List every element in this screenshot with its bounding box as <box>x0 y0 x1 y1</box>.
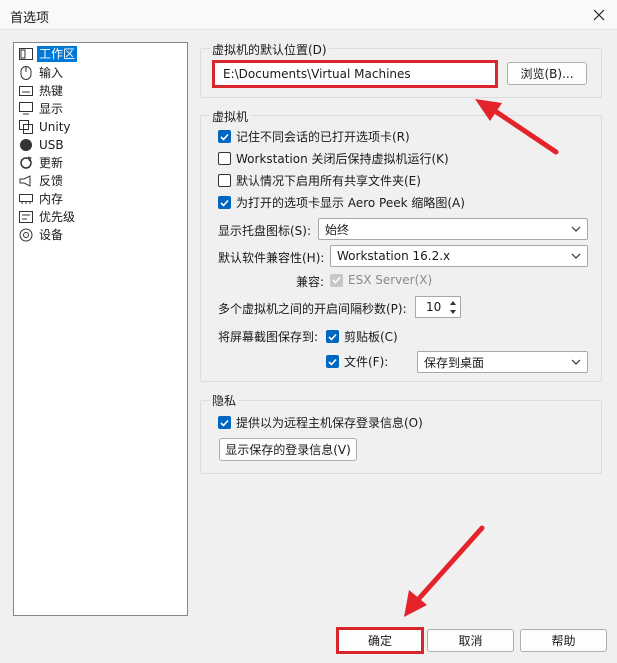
checkbox-box[interactable] <box>218 130 231 143</box>
sidebar-item-workspace[interactable]: 工作区 <box>18 45 78 62</box>
checkmark-icon <box>220 199 229 207</box>
checkmark-icon <box>220 133 229 141</box>
spin-up-icon[interactable] <box>448 299 458 307</box>
vm-path-input[interactable]: E:\Documents\Virtual Machines <box>212 60 498 88</box>
checkmark-icon <box>332 276 341 284</box>
priority-icon <box>18 209 34 225</box>
checkbox-label: ESX Server(X) <box>348 273 433 287</box>
browse-button[interactable]: 浏览(B)... <box>507 62 587 85</box>
file-destination-select[interactable]: 保存到桌面 <box>417 351 588 373</box>
compatibility-label: 默认软件兼容性(H): <box>218 251 325 265</box>
sidebar-item-unity[interactable]: Unity <box>18 118 73 135</box>
checkbox-label: 记住不同会话的已打开选项卡(R) <box>236 130 410 144</box>
checkbox-label: Workstation 关闭后保持虚拟机运行(K) <box>236 152 449 166</box>
chevron-down-icon <box>571 226 581 232</box>
interval-value: 10 <box>426 300 442 314</box>
remember-tabs-checkbox[interactable]: 记住不同会话的已打开选项卡(R) <box>218 128 410 145</box>
save-to-clipboard-checkbox[interactable]: 剪贴板(C) <box>326 328 398 345</box>
power-on-interval-spinner[interactable]: 10 <box>415 296 461 318</box>
chevron-down-icon <box>571 253 581 259</box>
privacy-group <box>200 400 602 474</box>
sidebar-item-label: 内存 <box>39 191 64 206</box>
sidebar-item-label: 输入 <box>39 65 64 80</box>
close-button[interactable] <box>581 0 617 30</box>
enable-shared-folders-checkbox[interactable]: 默认情况下启用所有共享文件夹(E) <box>218 172 421 189</box>
memory-icon <box>18 191 34 207</box>
unity-icon <box>18 119 34 135</box>
workspace-icon <box>18 46 34 62</box>
sidebar-item-label: 设备 <box>39 227 64 242</box>
save-login-checkbox[interactable]: 提供以为远程主机保存登录信息(O) <box>218 414 423 431</box>
sidebar-item-label: 工作区 <box>37 45 78 62</box>
compatibility-value: Workstation 16.2.x <box>337 249 451 263</box>
screenshot-save-label: 将屏幕截图保存到: <box>218 330 319 344</box>
show-saved-logins-button[interactable]: 显示保存的登录信息(V) <box>219 438 357 461</box>
window-title: 首选项 <box>10 11 50 26</box>
checkbox-box[interactable] <box>330 273 343 287</box>
ok-button[interactable]: 确定 <box>336 627 424 654</box>
sidebar-item-priority[interactable]: 优先级 <box>18 208 77 225</box>
privacy-title: 隐私 <box>210 392 239 409</box>
checkbox-box[interactable] <box>326 355 339 368</box>
tray-icon-select[interactable]: 始终 <box>318 218 588 240</box>
sidebar-item-update[interactable]: 更新 <box>18 154 65 171</box>
power-on-interval-label: 多个虚拟机之间的开启间隔秒数(P): <box>218 302 407 316</box>
file-destination-value: 保存到桌面 <box>424 355 485 370</box>
sidebar-item-devices[interactable]: 设备 <box>18 226 65 243</box>
checkbox-box[interactable] <box>326 330 339 343</box>
default-location-title: 虚拟机的默认位置(D) <box>210 41 329 58</box>
sidebar-item-feedback[interactable]: 反馈 <box>18 172 65 189</box>
keep-vms-running-checkbox[interactable]: Workstation 关闭后保持虚拟机运行(K) <box>218 150 449 167</box>
checkbox-label: 提供以为远程主机保存登录信息(O) <box>236 416 423 430</box>
title-bar: 首选项 <box>0 0 617 30</box>
keyboard-icon <box>18 83 34 99</box>
checkbox-label: 为打开的选项卡显示 Aero Peek 缩略图(A) <box>236 196 465 210</box>
sidebar-item-display[interactable]: 显示 <box>18 100 65 117</box>
checkbox-box[interactable] <box>218 196 231 209</box>
checkbox-label: 剪贴板(C) <box>344 330 398 344</box>
help-button[interactable]: 帮助 <box>520 629 607 652</box>
sidebar-item-memory[interactable]: 内存 <box>18 190 65 207</box>
compat-label: 兼容: <box>296 275 325 289</box>
usb-icon <box>18 137 34 153</box>
sidebar-item-hotkeys[interactable]: 热键 <box>18 82 65 99</box>
checkbox-label: 文件(F): <box>344 355 389 369</box>
feedback-icon <box>18 173 34 189</box>
update-icon <box>18 155 34 171</box>
checkbox-box[interactable] <box>218 152 231 165</box>
vm-path-value: E:\Documents\Virtual Machines <box>223 67 411 81</box>
checkmark-icon <box>220 419 229 427</box>
save-to-file-checkbox[interactable]: 文件(F): <box>326 353 388 370</box>
sidebar-item-usb[interactable]: USB <box>18 136 66 153</box>
mouse-icon <box>18 65 34 81</box>
esx-server-checkbox[interactable]: ESX Server(X) <box>330 273 432 287</box>
cancel-button[interactable]: 取消 <box>427 629 514 652</box>
checkmark-icon <box>328 358 337 366</box>
sidebar-item-label: Unity <box>39 119 71 134</box>
sidebar-item-label: 优先级 <box>39 209 76 224</box>
vm-group-title: 虚拟机 <box>210 108 251 125</box>
monitor-icon <box>18 101 34 117</box>
checkmark-icon <box>328 333 337 341</box>
sidebar-item-input[interactable]: 输入 <box>18 64 65 81</box>
annotation-arrow-bottom <box>404 525 485 617</box>
checkbox-box[interactable] <box>218 416 231 429</box>
aero-peek-checkbox[interactable]: 为打开的选项卡显示 Aero Peek 缩略图(A) <box>218 194 465 211</box>
tray-icon-value: 始终 <box>325 222 350 237</box>
checkbox-label: 默认情况下启用所有共享文件夹(E) <box>236 174 421 188</box>
category-list[interactable]: 工作区 输入 热键 显示 Unity USB 更新 反馈 内存 优先级 设备 <box>13 42 188 616</box>
device-icon <box>18 227 34 243</box>
sidebar-item-label: 显示 <box>39 101 64 116</box>
sidebar-item-label: USB <box>39 137 64 152</box>
sidebar-item-label: 热键 <box>39 83 64 98</box>
compatibility-select[interactable]: Workstation 16.2.x <box>330 245 588 267</box>
close-icon <box>593 9 605 21</box>
chevron-down-icon <box>571 359 581 365</box>
spin-down-icon[interactable] <box>448 308 458 316</box>
sidebar-item-label: 更新 <box>39 155 64 170</box>
checkbox-box[interactable] <box>218 174 231 187</box>
sidebar-item-label: 反馈 <box>39 173 64 188</box>
tray-icon-label: 显示托盘图标(S): <box>218 224 312 238</box>
